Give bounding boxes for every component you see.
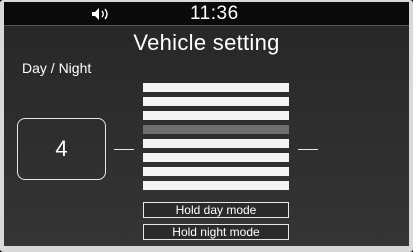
slider-segment[interactable] bbox=[143, 181, 289, 190]
clock: 11:36 bbox=[190, 3, 239, 24]
slider-segment[interactable] bbox=[143, 139, 289, 148]
brightness-slider[interactable] bbox=[143, 83, 289, 195]
slider-segment[interactable] bbox=[143, 125, 289, 134]
increase-dash[interactable] bbox=[298, 149, 318, 150]
slider-segment[interactable] bbox=[143, 97, 289, 106]
slider-segment[interactable] bbox=[143, 111, 289, 120]
decrease-dash[interactable] bbox=[114, 149, 134, 150]
page-title: Vehicle setting bbox=[133, 30, 280, 55]
brightness-value: 4 bbox=[55, 136, 68, 161]
hold-night-mode-button[interactable]: Hold night mode bbox=[143, 224, 289, 240]
status-bar: 11:36 bbox=[4, 2, 409, 26]
vehicle-setting-screen: 11:36 Vehicle setting Day / Night 4 Hold… bbox=[0, 0, 413, 252]
speaker-icon[interactable] bbox=[91, 7, 113, 21]
brightness-value-box: 4 bbox=[17, 118, 106, 180]
hold-day-mode-button[interactable]: Hold day mode bbox=[143, 202, 289, 218]
slider-segment[interactable] bbox=[143, 83, 289, 92]
slider-segment[interactable] bbox=[143, 167, 289, 176]
slider-segment[interactable] bbox=[143, 153, 289, 162]
day-night-label: Day / Night bbox=[22, 60, 92, 76]
